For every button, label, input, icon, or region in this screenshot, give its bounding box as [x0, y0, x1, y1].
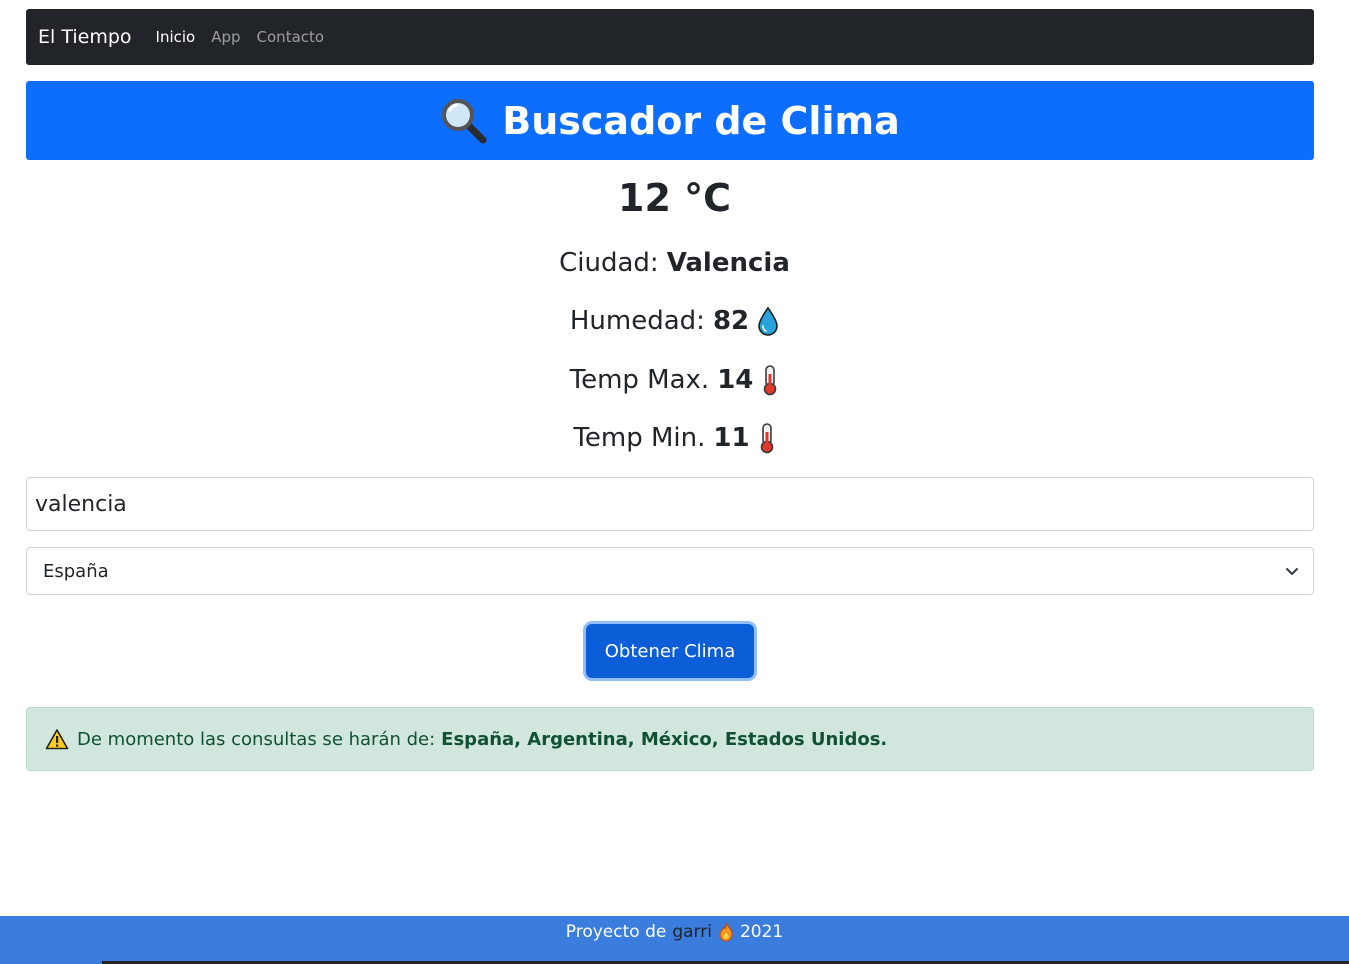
- temp-min-value: 11: [713, 423, 750, 453]
- thermometer-icon: [761, 364, 779, 396]
- footer-prefix: Proyecto de: [565, 922, 667, 942]
- fire-icon: [718, 922, 734, 964]
- temp-max-value: 14: [717, 365, 754, 395]
- chevron-down-icon: [1285, 561, 1299, 582]
- city-label: Ciudad:: [559, 248, 659, 278]
- temp-min-row: Temp Min. 11: [0, 422, 1349, 454]
- droplet-icon: [757, 306, 779, 336]
- magnifier-icon: [440, 97, 488, 145]
- city-input[interactable]: [26, 477, 1314, 531]
- nav-link-app[interactable]: App: [211, 28, 240, 46]
- city-value: Valencia: [666, 248, 790, 278]
- warning-icon: [45, 728, 69, 750]
- thermometer-icon: [758, 422, 776, 454]
- footer-year: 2021: [739, 922, 784, 942]
- footer: Proyecto de garri 2021: [0, 916, 1349, 964]
- alert-text: De momento las consultas se harán de:: [77, 728, 436, 750]
- country-select[interactable]: España: [26, 547, 1314, 595]
- nav-link-contacto[interactable]: Contacto: [257, 28, 325, 46]
- get-weather-button[interactable]: Obtener Clima: [586, 624, 754, 678]
- temp-min-label: Temp Min.: [573, 423, 706, 453]
- navbar: El Tiempo Inicio App Contacto: [26, 9, 1314, 65]
- page-title: Buscador de Clima: [502, 98, 900, 143]
- temperature-value: 12 °C: [618, 176, 731, 220]
- header-banner: Buscador de Clima: [26, 81, 1314, 160]
- humidity-row: Humedad: 82: [0, 306, 1349, 336]
- country-select-value: España: [43, 560, 109, 582]
- humidity-value: 82: [712, 306, 750, 336]
- alert-countries: España, Argentina, México, Estados Unido…: [441, 728, 888, 750]
- temp-max-label: Temp Max.: [569, 365, 710, 395]
- footer-author-link[interactable]: garri: [672, 922, 712, 964]
- temp-max-row: Temp Max. 14: [0, 364, 1349, 396]
- info-alert: De momento las consultas se harán de: Es…: [26, 707, 1314, 771]
- page-title-row: Buscador de Clima: [440, 97, 900, 145]
- nav-link-inicio[interactable]: Inicio: [156, 28, 196, 46]
- humidity-label: Humedad:: [569, 306, 705, 336]
- navbar-brand[interactable]: El Tiempo: [38, 26, 132, 48]
- city-row: Ciudad: Valencia: [0, 248, 1349, 278]
